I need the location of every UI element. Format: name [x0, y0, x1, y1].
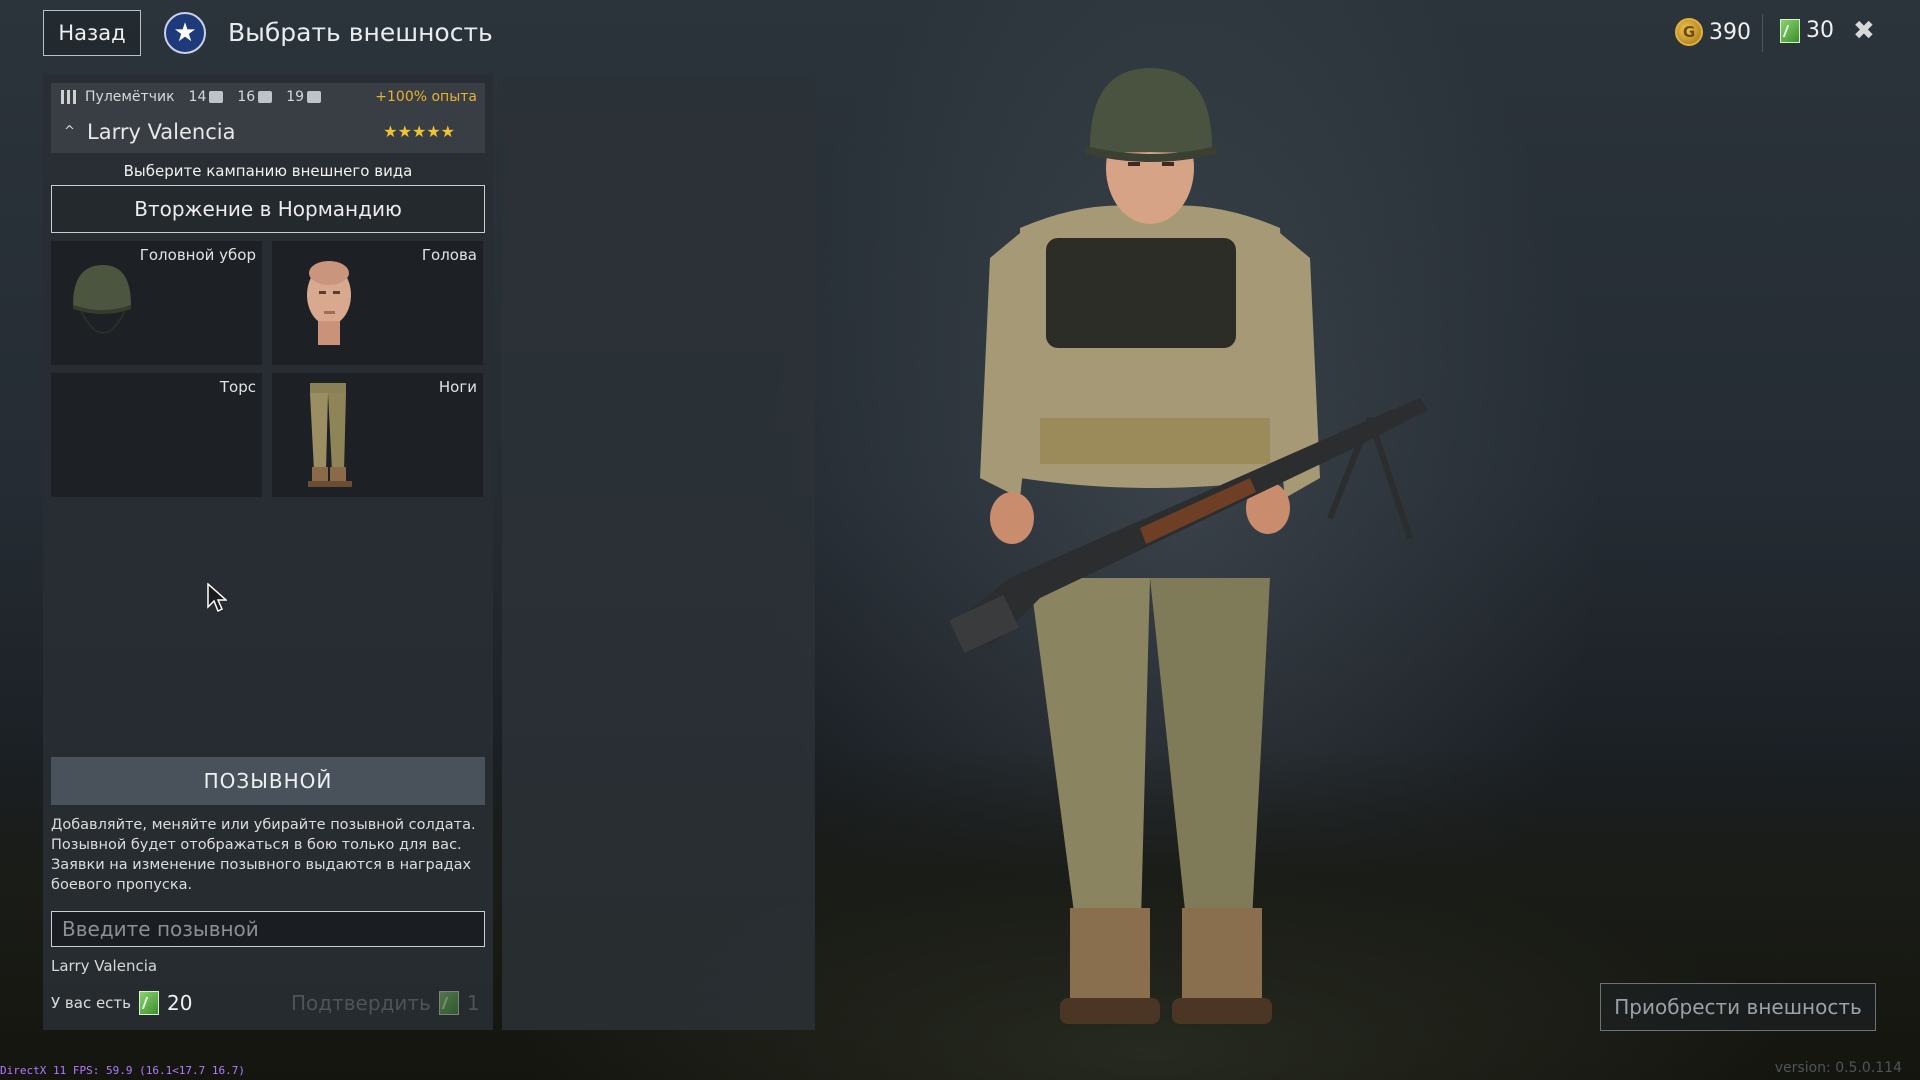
ticket-icon: [438, 991, 459, 1015]
soldier-class-row: Пулемётчик 14 16 19: [61, 89, 322, 105]
confirm-label: Подтвердить: [291, 991, 431, 1015]
weapon-stat-icon: [209, 91, 224, 103]
appearance-panel: Пулемётчик 14 16 19 +100% опыта ^ Larry …: [43, 75, 493, 1030]
fps-counter: DirectX 11 FPS: 59.9 (16.1<17.7 16.7): [0, 1064, 246, 1077]
confirm-callsign-button[interactable]: Подтвердить 1: [291, 991, 480, 1015]
head-icon: [307, 261, 351, 345]
machine-gunner-icon: [61, 90, 79, 104]
callsign-input[interactable]: [51, 911, 485, 947]
slot-legs[interactable]: Ноги: [272, 373, 483, 497]
slot-label: Торс: [219, 378, 256, 396]
soldier-model[interactable]: [950, 58, 1470, 1048]
slot-head[interactable]: Голова: [272, 241, 483, 365]
stat-skill: 19: [286, 89, 322, 105]
army-star-icon: ★: [164, 12, 206, 54]
slot-label: Голова: [421, 246, 477, 264]
buy-appearance-button[interactable]: Приобрести внешность: [1600, 983, 1876, 1031]
soldier-name: Larry Valencia: [87, 120, 236, 144]
soldier-stars: ★★★★★: [383, 122, 455, 141]
close-icon[interactable]: ✖: [1853, 16, 1875, 46]
xp-bonus: +100% опыта: [375, 89, 477, 105]
confirm-cost: 1: [466, 991, 480, 1015]
gold-coin-icon: G: [1675, 18, 1703, 46]
stat-health: 16: [237, 89, 273, 105]
heart-icon: [258, 91, 273, 103]
tickets-amount: 30: [1806, 18, 1834, 43]
soldier-card[interactable]: Пулемётчик 14 16 19 +100% опыта ^ Larry …: [51, 83, 485, 153]
mouse-cursor-icon: [207, 583, 227, 613]
ticket-icon: [139, 991, 160, 1015]
balance-label: У вас есть: [51, 994, 132, 1012]
gold-currency[interactable]: G 390: [1675, 18, 1751, 46]
callsign-header: ПОЗЫВНОЙ: [51, 757, 485, 805]
appearance-options-panel: [502, 75, 815, 1030]
slot-label: Головной убор: [139, 246, 256, 264]
ticket-currency[interactable]: 30: [1780, 18, 1834, 43]
callsign-description: Добавляйте, меняйте или убирайте позывно…: [51, 817, 476, 893]
slot-torso[interactable]: Торс: [51, 373, 262, 497]
legs-icon: [308, 383, 352, 487]
campaign-caption: Выберите кампанию внешнего вида: [123, 162, 413, 180]
page-title: Выбрать внешность: [228, 18, 493, 47]
gold-amount: 390: [1709, 19, 1751, 45]
ticket-icon: [1780, 18, 1800, 43]
helmet-icon: [73, 265, 131, 334]
slot-label: Ноги: [438, 378, 477, 396]
rank-chevron-icon: ^: [64, 124, 75, 139]
skill-stat-icon: [307, 91, 322, 103]
divider: [1762, 14, 1763, 52]
ticket-balance: У вас есть 20: [51, 991, 192, 1015]
campaign-select-button[interactable]: Вторжение в Нормандию: [51, 185, 485, 233]
version-label: version: 0.5.0.114: [1774, 1060, 1902, 1076]
current-callsign: Larry Valencia: [51, 957, 158, 975]
slot-headgear[interactable]: Головной убор: [51, 241, 262, 365]
soldier-class: Пулемётчик: [85, 89, 175, 105]
balance-value: 20: [167, 991, 193, 1015]
stat-weapon: 14: [189, 89, 224, 105]
back-button[interactable]: Назад: [43, 10, 141, 56]
